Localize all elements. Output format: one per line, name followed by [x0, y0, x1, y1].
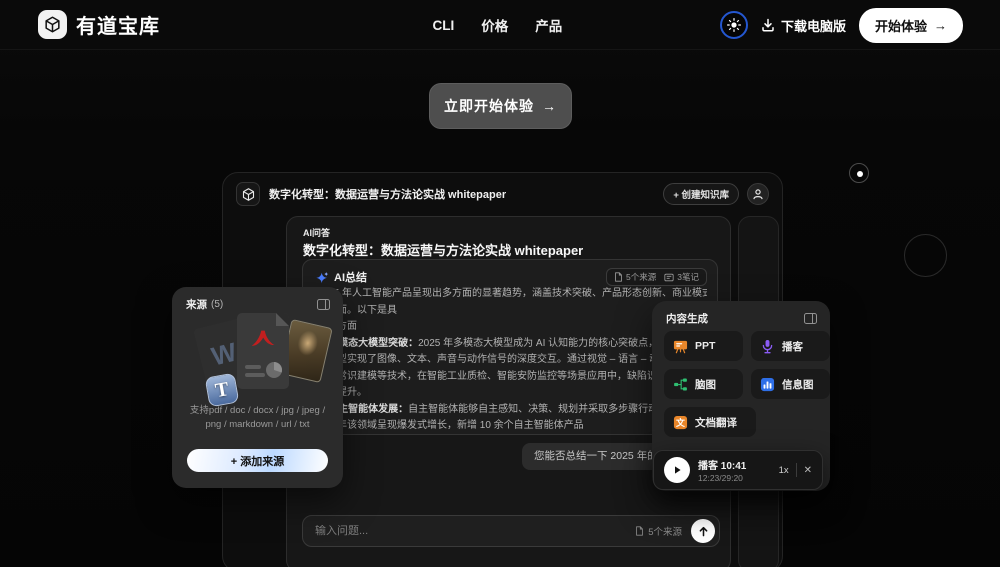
playback-speed[interactable]: 1x [779, 465, 789, 476]
play-button[interactable] [664, 457, 690, 483]
sources-panel: 来源 (5) W T 支持pdf / doc / docx / jpg / jp… [172, 287, 343, 488]
player-title: 播客 10:41 [698, 461, 747, 472]
question-input[interactable] [315, 525, 636, 537]
generate-title: 内容生成 [666, 313, 708, 325]
arrow-right-icon: → [934, 17, 947, 33]
infographic-icon [760, 377, 775, 391]
brand-name: 有道宝库 [76, 16, 160, 38]
svg-text:文: 文 [675, 416, 685, 427]
player-meta: 播客 10:41 12:23/29:20 [698, 457, 746, 483]
generate-infographic-button[interactable]: 信息图 [751, 369, 830, 399]
app-window-header: 数字化转型：数据运营与方法论实战 whitepaper + 创建知识库 [223, 173, 782, 215]
nav-right: 下载电脑版 开始体验 → [719, 0, 963, 50]
nav-pricing[interactable]: 价格 [481, 15, 508, 35]
question-input-bar[interactable]: 5个来源 [302, 515, 720, 547]
generate-podcast-button[interactable]: 播客 [751, 331, 830, 361]
generate-mindmap-button[interactable]: 脑图 [664, 369, 743, 399]
send-button[interactable] [691, 519, 715, 543]
ai-summary-header: AI总结 5个来源 3笔记 [303, 260, 717, 286]
ppt-icon [673, 340, 688, 353]
generate-grid: PPT 播客 脑图 信息图 文 文档翻译 [664, 331, 830, 437]
ai-summary-title: AI总结 [334, 272, 367, 284]
user-avatar[interactable] [747, 183, 769, 205]
note-icon [664, 273, 674, 281]
mindmap-icon [674, 378, 687, 390]
brand-logo-icon [38, 10, 67, 39]
input-sources-badge[interactable]: 5个来源 [635, 524, 682, 538]
pie-chart-icon [266, 362, 283, 378]
doc-line [245, 365, 261, 369]
start-experience-label: 开始体验 [874, 18, 927, 34]
file-icon [615, 272, 622, 282]
doc-translate-icon: 文 [673, 415, 688, 429]
hero-start-label: 立即开始体验 [444, 98, 534, 114]
tab-ai-qa[interactable]: AI问答 [303, 226, 330, 239]
nav-cli[interactable]: CLI [433, 18, 455, 33]
pdf-logo-icon [251, 330, 275, 346]
create-knowledge-base-button[interactable]: + 创建知识库 [663, 183, 739, 205]
download-label: 下载电脑版 [780, 18, 846, 34]
window-title: 数字化转型：数据运营与方法论实战 whitepaper [269, 189, 507, 201]
decor-dot-ring [849, 163, 869, 183]
supported-formats: 支持pdf / doc / docx / jpg / jpeg / png / … [189, 405, 326, 430]
download-icon [762, 18, 774, 32]
theme-toggle-button[interactable] [719, 11, 748, 39]
brand[interactable]: 有道宝库 [38, 10, 160, 39]
window-actions: + 创建知识库 [663, 183, 769, 205]
page-fold [276, 313, 289, 326]
divider [795, 463, 797, 477]
nav-product[interactable]: 产品 [535, 15, 562, 35]
player-time: 12:23/29:20 [698, 473, 743, 483]
generate-ppt-button[interactable]: PPT [664, 331, 743, 361]
microphone-icon [762, 339, 773, 353]
download-desktop-link[interactable]: 下载电脑版 [761, 16, 846, 35]
decor-circle [904, 234, 947, 277]
summary-badges: 5个来源 3笔记 [606, 268, 707, 286]
arrow-right-icon: → [542, 98, 557, 114]
doc-line [245, 373, 265, 377]
add-source-button[interactable]: + 添加来源 [187, 449, 328, 472]
arrow-up-icon [699, 526, 707, 536]
start-experience-button[interactable]: 开始体验 → [858, 7, 963, 43]
sparkle-icon [316, 271, 329, 283]
close-player-button[interactable]: ✕ [804, 465, 812, 476]
main-nav: CLI 价格 产品 [433, 0, 563, 50]
ai-summary-text: 2025 年人工智能产品呈现出多方面的显著趋势，涵盖技术突破、产品形态创新、商业… [317, 288, 707, 431]
play-icon [675, 466, 681, 474]
notes-badge[interactable]: 3笔记 [664, 271, 699, 283]
person-icon [753, 189, 763, 200]
sun-icon [726, 18, 741, 32]
podcast-player: 播客 10:41 12:23/29:20 1x ✕ [653, 450, 823, 490]
pdf-thumbnail [237, 313, 289, 389]
file-icon [636, 526, 644, 536]
player-controls: 1x ✕ [779, 463, 812, 477]
hero-start-button[interactable]: 立即开始体验 → [429, 83, 572, 129]
source-files-collage: W T [172, 309, 343, 408]
panel-toggle-icon[interactable] [804, 313, 817, 324]
top-nav: 有道宝库 CLI 价格 产品 下载电脑版 开始体验 → [0, 0, 1000, 50]
generate-panel-header: 内容生成 [652, 301, 830, 326]
doc-title: 数字化转型：数据运营与方法论实战 whitepaper [303, 243, 584, 258]
text-file-icon: T [204, 372, 240, 408]
app-logo-icon [236, 182, 260, 206]
page: 有道宝库 CLI 价格 产品 下载电脑版 开始体验 → 立即开始体验 → 数字化… [0, 0, 1000, 567]
sources-badge[interactable]: 5个来源 [614, 271, 656, 283]
generate-doc-translate-button[interactable]: 文 文档翻译 [664, 407, 756, 437]
